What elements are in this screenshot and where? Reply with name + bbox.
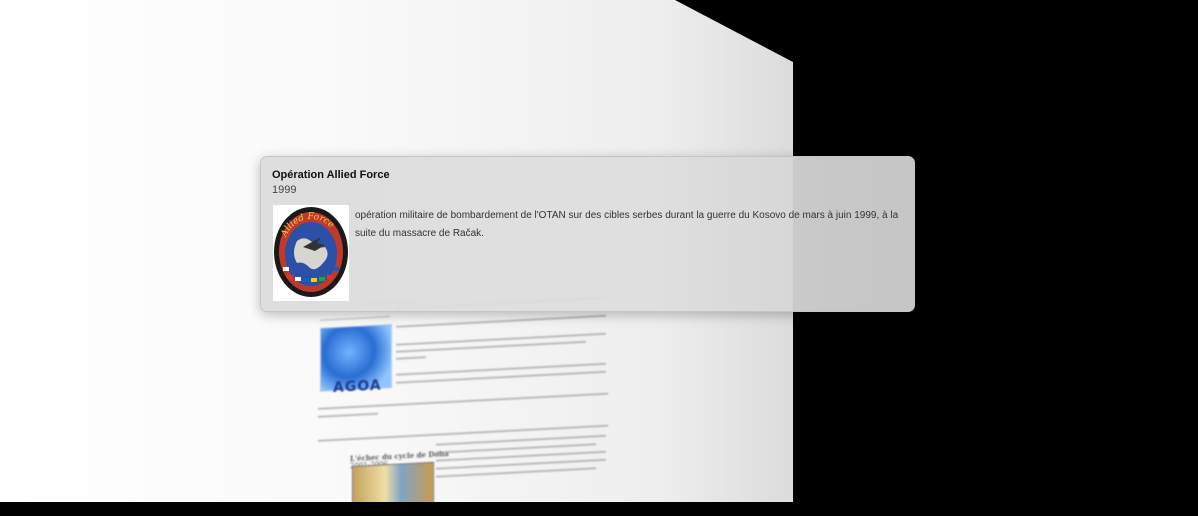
stamp-image <box>352 461 434 502</box>
popup-description: opération militaire de bombardement de l… <box>355 210 899 239</box>
info-popup-card[interactable]: Opération Allied Force 1999 Allied Force… <box>260 156 915 312</box>
background-article: AGOA L'échec du cycle de Doha 2001-2006 <box>318 284 618 502</box>
agoa-logo: AGOA <box>320 323 392 396</box>
agoa-logo-text: AGOA <box>333 377 382 397</box>
popup-year: 1999 <box>272 184 297 196</box>
popup-title: Opération Allied Force <box>272 169 390 181</box>
allied-force-badge-image: Allied Force <box>273 205 349 301</box>
allied-force-badge-icon: Allied Force <box>274 207 348 297</box>
